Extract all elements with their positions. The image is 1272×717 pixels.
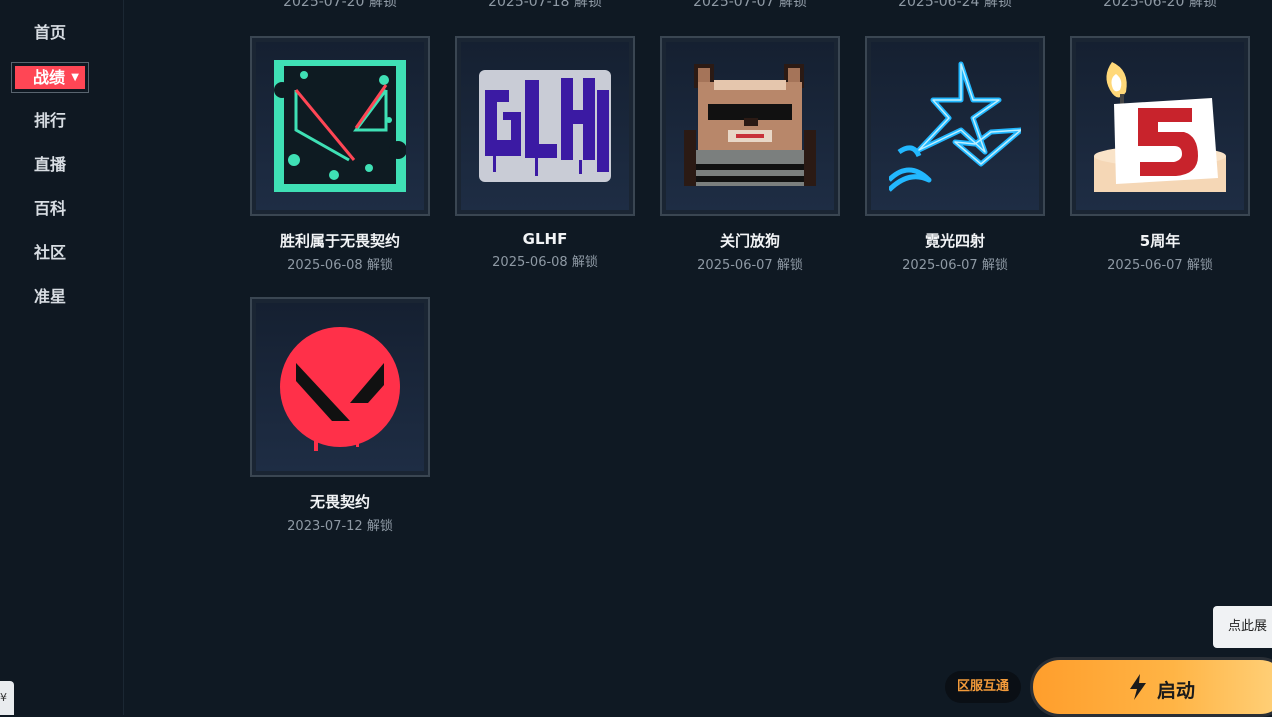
spray-frame bbox=[250, 36, 430, 216]
sidebar-item-live[interactable]: 直播 bbox=[0, 151, 100, 179]
valorant-logo-splatter-icon bbox=[274, 60, 406, 192]
sidebar-item-stats-label: 战绩 ▼ bbox=[15, 66, 85, 89]
neon-stars-icon bbox=[889, 61, 1021, 192]
spray-card[interactable]: GLHF 2025-06-08 解锁 bbox=[455, 36, 635, 270]
spray-card[interactable]: 关门放狗 2025-06-07 解锁 bbox=[660, 36, 840, 273]
spray-name: 5周年 bbox=[1139, 232, 1181, 250]
glhf-graffiti-icon bbox=[479, 70, 611, 182]
sidebar: 首页 战绩 ▼ 排行 直播 百科 社区 准星 ¥ bbox=[0, 0, 124, 715]
card-date: 2025-06-20 解锁 bbox=[1103, 0, 1217, 10]
pixel-dog-sunglasses-icon bbox=[684, 64, 816, 186]
spray-unlock-date: 2025-06-08 解锁 bbox=[287, 258, 393, 273]
spray-name: 胜利属于无畏契约 bbox=[279, 232, 400, 250]
spray-frame bbox=[1070, 36, 1250, 216]
region-badge[interactable]: 区服互通 bbox=[945, 671, 1021, 703]
launch-button[interactable]: 启动 bbox=[1030, 657, 1272, 717]
sidebar-item-label: 战绩 bbox=[33, 68, 66, 87]
five-candle-cake-icon bbox=[1094, 62, 1226, 192]
spray-unlock-date: 2025-06-08 解锁 bbox=[492, 255, 598, 270]
valorant-red-logo-icon bbox=[280, 327, 400, 451]
sidebar-item-ranking[interactable]: 排行 bbox=[0, 107, 100, 135]
spray-frame bbox=[455, 36, 635, 216]
sidebar-collapse-tab[interactable]: ¥ bbox=[0, 681, 14, 715]
expand-hint-button[interactable]: 点此展 bbox=[1213, 606, 1272, 648]
spray-unlock-date: 2025-06-07 解锁 bbox=[902, 258, 1008, 273]
spray-frame bbox=[250, 297, 430, 477]
lightning-bolt-icon bbox=[1130, 674, 1146, 700]
sidebar-item-crosshair[interactable]: 准星 bbox=[0, 283, 100, 311]
spray-card[interactable]: 霓光四射 2025-06-07 解锁 bbox=[865, 36, 1045, 273]
spray-card[interactable]: 5周年 2025-06-07 解锁 bbox=[1070, 36, 1250, 273]
card-date: 2025-06-24 解锁 bbox=[898, 0, 1012, 10]
caret-down-icon: ▼ bbox=[71, 72, 79, 83]
sidebar-item-wiki[interactable]: 百科 bbox=[0, 195, 100, 223]
sidebar-item-community[interactable]: 社区 bbox=[0, 239, 100, 267]
spray-unlock-date: 2025-06-07 解锁 bbox=[1107, 258, 1213, 273]
card-date: 2025-07-20 解锁 bbox=[283, 0, 397, 10]
spray-name: GLHF bbox=[522, 230, 568, 248]
spray-unlock-date: 2023-07-12 解锁 bbox=[287, 519, 393, 534]
card-date: 2025-07-07 解锁 bbox=[693, 0, 807, 10]
spray-card[interactable]: 无畏契约 2023-07-12 解锁 bbox=[250, 297, 430, 534]
spray-name: 霓光四射 bbox=[924, 232, 985, 250]
spray-unlock-date: 2025-06-07 解锁 bbox=[697, 258, 803, 273]
sidebar-item-home[interactable]: 首页 bbox=[0, 19, 100, 47]
spray-card[interactable]: 胜利属于无畏契约 2025-06-08 解锁 bbox=[250, 36, 430, 273]
launch-label: 启动 bbox=[1157, 680, 1196, 702]
spray-name: 关门放狗 bbox=[719, 232, 780, 250]
card-date: 2025-07-18 解锁 bbox=[488, 0, 602, 10]
spray-frame bbox=[660, 36, 840, 216]
spray-name: 无畏契约 bbox=[309, 493, 370, 511]
spray-frame bbox=[865, 36, 1045, 216]
sidebar-item-stats[interactable]: 战绩 ▼ bbox=[11, 62, 89, 93]
